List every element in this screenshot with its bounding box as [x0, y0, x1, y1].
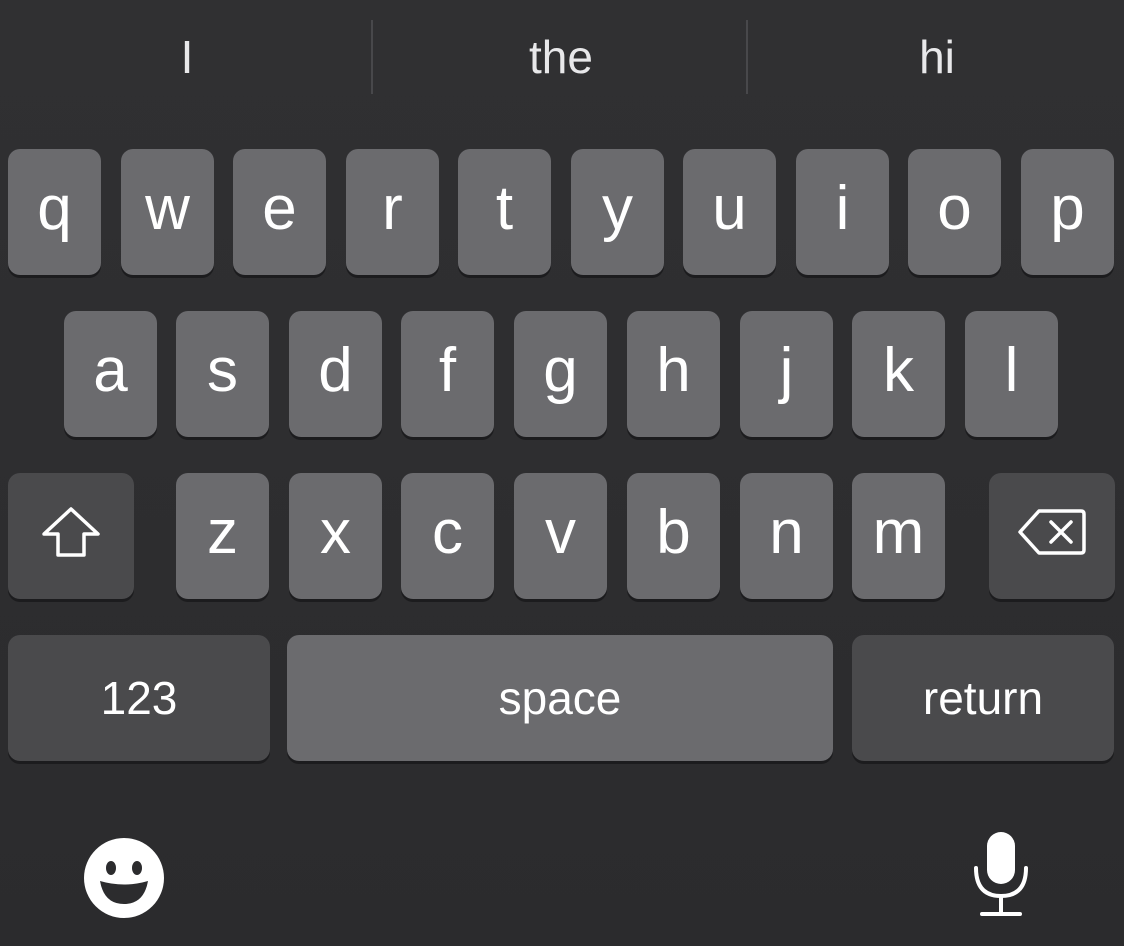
- key-d[interactable]: d: [289, 311, 382, 437]
- suggestion-divider: [371, 20, 373, 94]
- key-k[interactable]: k: [852, 311, 945, 437]
- suggestion-1-label: I: [180, 31, 194, 83]
- delete-key[interactable]: [989, 473, 1115, 599]
- key-a[interactable]: a: [64, 311, 157, 437]
- key-i[interactable]: i: [796, 149, 889, 275]
- suggestion-1[interactable]: I: [0, 20, 374, 94]
- key-e[interactable]: e: [233, 149, 326, 275]
- key-s[interactable]: s: [176, 311, 269, 437]
- shift-arrow-icon: [42, 507, 100, 557]
- microphone-icon: [974, 832, 1028, 916]
- key-l[interactable]: l: [965, 311, 1058, 437]
- key-r[interactable]: r: [346, 149, 439, 275]
- emoji-button[interactable]: [82, 836, 166, 925]
- key-n[interactable]: n: [740, 473, 833, 599]
- suggestion-3-label: hi: [919, 31, 955, 83]
- key-g[interactable]: g: [514, 311, 607, 437]
- dictation-button[interactable]: [968, 830, 1034, 923]
- backspace-icon: [1018, 509, 1086, 555]
- shift-key[interactable]: [8, 473, 134, 599]
- numbers-key[interactable]: 123: [8, 635, 270, 761]
- emoji-smiley-icon: [84, 838, 164, 918]
- keyboard: I the hi q w e r t y u i o p a s d f g h…: [0, 0, 1124, 946]
- key-y[interactable]: y: [571, 149, 664, 275]
- key-m[interactable]: m: [852, 473, 945, 599]
- key-w[interactable]: w: [121, 149, 214, 275]
- key-f[interactable]: f: [401, 311, 494, 437]
- suggestion-3[interactable]: hi: [750, 20, 1124, 94]
- key-h[interactable]: h: [627, 311, 720, 437]
- key-z[interactable]: z: [176, 473, 269, 599]
- suggestion-2[interactable]: the: [374, 20, 748, 94]
- key-b[interactable]: b: [627, 473, 720, 599]
- key-o[interactable]: o: [908, 149, 1001, 275]
- space-key[interactable]: space: [287, 635, 833, 761]
- key-c[interactable]: c: [401, 473, 494, 599]
- key-p[interactable]: p: [1021, 149, 1114, 275]
- key-u[interactable]: u: [683, 149, 776, 275]
- key-j[interactable]: j: [740, 311, 833, 437]
- suggestion-2-label: the: [529, 31, 593, 83]
- key-t[interactable]: t: [458, 149, 551, 275]
- suggestion-divider: [746, 20, 748, 94]
- key-x[interactable]: x: [289, 473, 382, 599]
- return-key[interactable]: return: [852, 635, 1114, 761]
- key-v[interactable]: v: [514, 473, 607, 599]
- key-q[interactable]: q: [8, 149, 101, 275]
